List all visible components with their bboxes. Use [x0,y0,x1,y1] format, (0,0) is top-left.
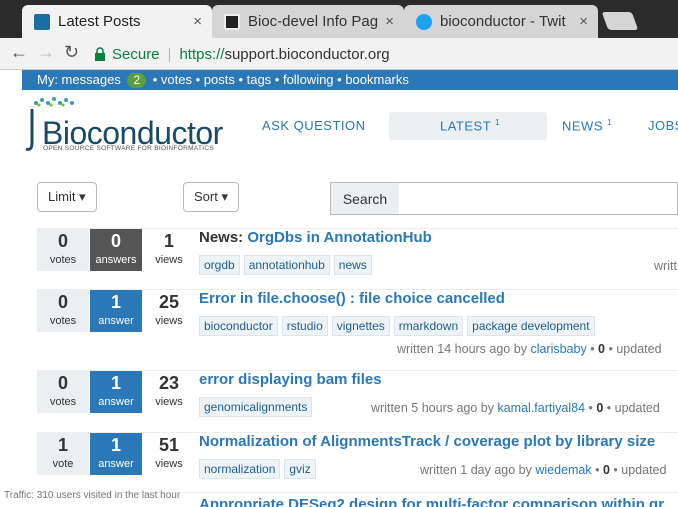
votes-count: 0 votes [37,371,89,413]
tag[interactable]: vignettes [331,316,390,336]
tag-list: normalization gviz [199,459,316,479]
messages-link[interactable]: My: messages [37,72,121,87]
votes-count: 0 votes [37,229,89,271]
tag[interactable]: rmarkdown [393,316,464,336]
close-icon[interactable]: × [385,13,394,30]
user-links[interactable]: • votes • posts • tags • following • boo… [153,72,409,87]
tag[interactable]: gviz [284,459,316,479]
tag-list: bioconductor rstudio vignettes rmarkdown… [199,316,595,336]
author-link[interactable]: wiedemak [535,463,591,477]
search-input[interactable] [399,182,678,215]
message-count-badge: 2 [127,73,147,88]
post-title-link[interactable]: error displaying bam files [199,371,382,388]
post-meta: written 1 day ago by wiedemak • 0 • upda… [420,463,667,477]
tag[interactable]: annotationhub [243,255,330,275]
limit-dropdown[interactable]: Limit ▾ [37,182,97,212]
back-button[interactable]: ← [10,42,28,63]
views-count: 23 views [155,373,183,408]
post-title-link[interactable]: Normalization of AlignmentsTrack / cover… [199,433,655,450]
url-host: support.bioconductor.org [224,45,390,63]
secure-label: Secure [112,45,160,63]
nav-ask-question[interactable]: ASK QUESTION [262,118,366,133]
answers-count: 1 answer [90,433,142,475]
nav-jobs[interactable]: JOBS [648,118,678,133]
author-link[interactable]: clarisbaby [530,342,586,356]
post-row: 1 vote 1 answer 51 views Normalization of A… [37,432,678,490]
tag-list: orgdb annotationhub news [199,255,372,275]
url-scheme: https:// [179,45,225,63]
post-title-link[interactable]: Appropriate DESeq2 design for multi-fact… [199,496,664,507]
post-prefix: News: [199,229,248,246]
nav-latest-label: LATEST [440,118,491,134]
tab-twitter[interactable]: bioconductor - Twit × [404,5,598,38]
twitter-icon [416,13,432,30]
bioconductor-icon [34,13,50,30]
views-count: 51 views [155,435,183,470]
nav-news[interactable]: NEWS 1 [562,118,612,133]
tab-bioc-devel[interactable]: Bioc-devel Info Pag × [212,5,404,38]
answers-count: 1 answer [90,371,142,413]
author-link[interactable]: kamal.fartiyal84 [497,401,585,415]
tag[interactable]: news [333,255,372,275]
post-row: 0 votes 1 answer 23 views error displaying … [37,370,678,428]
post-row: 0 votes 0 answers 1 views News: OrgDbs in A… [37,228,678,286]
tag[interactable]: bioconductor [199,316,278,336]
post-title-link[interactable]: OrgDbs in AnnotationHub [247,229,431,246]
tag[interactable]: rstudio [281,316,328,336]
post-title-link[interactable]: Error in file.choose() : file choice can… [199,290,505,307]
logo-tagline: OPEN SOURCE SOFTWARE FOR BIOINFORMATICS [43,145,214,152]
traffic-stats: Traffic: 310 users visited in the last h… [4,490,181,501]
search-button[interactable]: Search [330,182,400,215]
votes-count: 0 votes [37,290,89,332]
tab-title: Latest Posts [58,13,141,30]
post-meta: written 14 hours ago by clarisbaby • 0 •… [397,342,662,356]
views-count: 25 views [155,292,183,327]
new-tab-button[interactable] [601,12,639,30]
sort-dropdown[interactable]: Sort ▾ [183,182,239,212]
nav-latest[interactable]: LATEST 1 [440,118,500,133]
nav-latest-count: 1 [495,118,501,127]
post-row: 0 votes 1 answer 25 views Error in file.cho… [37,289,678,367]
mailman-icon [224,13,240,30]
forward-button[interactable]: → [37,42,55,63]
browser-tab-strip: Latest Posts × Bioc-devel Info Pag × bio… [0,0,678,38]
tag[interactable]: normalization [199,459,281,479]
answers-count: 0 answers [90,229,142,271]
browser-toolbar: ← → ↻ Secure | https:// support.biocondu… [0,38,678,70]
close-icon[interactable]: × [193,13,202,30]
tab-title: Bioc-devel Info Pag [248,13,379,30]
nav-news-label: NEWS [562,118,603,134]
lock-icon [95,47,105,61]
divider: | [167,45,172,63]
tag[interactable]: package development [467,316,595,336]
answers-count: 1 answer [90,290,142,332]
address-bar[interactable]: Secure | https:// support.bioconductor.o… [94,41,678,67]
tag-list: genomicalignments [199,397,313,417]
tab-latest-posts[interactable]: Latest Posts × [22,5,212,38]
reload-button[interactable]: ↻ [64,42,79,63]
votes-count: 1 vote [37,433,89,475]
nav-news-count: 1 [607,118,613,127]
tab-title: bioconductor - Twit [440,13,566,30]
post-meta: writt [654,259,677,273]
tag[interactable]: orgdb [199,255,240,275]
tag[interactable]: genomicalignments [199,397,313,417]
post-meta: written 5 hours ago by kamal.fartiyal84 … [371,401,660,415]
close-icon[interactable]: × [579,13,588,30]
post-title[interactable]: News: OrgDbs in AnnotationHub [199,229,432,246]
user-bar: My: messages 2 • votes • posts • tags • … [22,70,678,90]
views-count: 1 views [155,231,183,266]
